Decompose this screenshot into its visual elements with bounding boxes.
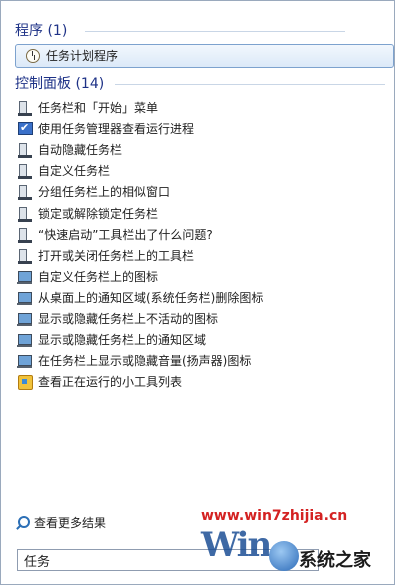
result-label: 自定义任务栏上的图标: [38, 270, 159, 284]
see-more-results-link[interactable]: 查看更多结果: [15, 514, 106, 532]
watermark-badge-icon: [269, 541, 299, 571]
result-customize-icons[interactable]: 自定义任务栏上的图标: [17, 267, 385, 287]
monitor-icon: [17, 290, 33, 306]
taskbar-icon: [17, 206, 33, 222]
result-customize-taskbar[interactable]: 自定义任务栏: [17, 161, 385, 181]
monitor-icon: [17, 311, 33, 327]
gadget-icon: [17, 374, 33, 390]
programs-group-header: 程序 (1): [15, 22, 345, 40]
start-menu-search-results: 程序 (1) 任务计划程序 控制面板 (14) 任务栏和「开始」菜单 使用任务管…: [0, 0, 395, 585]
result-label: “快速启动”工具栏出了什么问题?: [38, 228, 213, 242]
taskbar-icon: [17, 248, 33, 264]
task-manager-icon: [17, 118, 33, 138]
result-group-similar-windows[interactable]: 分组任务栏上的相似窗口: [17, 182, 385, 202]
taskbar-icon: [17, 227, 33, 243]
result-lock-taskbar[interactable]: 锁定或解除锁定任务栏: [17, 204, 385, 224]
result-label: 查看正在运行的小工具列表: [38, 375, 183, 389]
monitor-icon: [17, 269, 33, 285]
result-inactive-icons[interactable]: 显示或隐藏任务栏上不活动的图标: [17, 309, 385, 329]
result-label: 分组任务栏上的相似窗口: [38, 185, 171, 199]
programs-header-label: 程序 (1): [15, 23, 68, 39]
control-panel-group-header: 控制面板 (14): [15, 75, 385, 93]
result-auto-hide-taskbar[interactable]: 自动隐藏任务栏: [17, 140, 385, 160]
result-volume-icon[interactable]: 在任务栏上显示或隐藏音量(扬声器)图标: [17, 351, 385, 371]
result-remove-tray-icons[interactable]: 从桌面上的通知区域(系统任务栏)删除图标: [17, 288, 385, 308]
result-running-gadgets[interactable]: 查看正在运行的小工具列表: [17, 372, 385, 392]
control-panel-header-label: 控制面板 (14): [15, 76, 105, 92]
monitor-icon: [17, 353, 33, 369]
watermark-brand: 系统之家: [299, 550, 371, 571]
result-label: 任务计划程序: [46, 49, 119, 63]
divider: [115, 84, 385, 85]
result-task-manager[interactable]: 使用任务管理器查看运行进程: [17, 118, 385, 139]
result-label: 显示或隐藏任务栏上不活动的图标: [38, 312, 219, 326]
result-toggle-toolbars[interactable]: 打开或关闭任务栏上的工具栏: [17, 246, 385, 266]
result-label: 打开或关闭任务栏上的工具栏: [38, 249, 195, 263]
divider: [85, 31, 345, 32]
result-quick-launch[interactable]: “快速启动”工具栏出了什么问题?: [17, 225, 385, 245]
result-notification-area[interactable]: 显示或隐藏任务栏上的通知区域: [17, 330, 385, 350]
taskbar-icon: [17, 184, 33, 200]
result-label: 锁定或解除锁定任务栏: [38, 207, 159, 221]
watermark-logo: Win: [201, 525, 272, 565]
result-label: 自动隐藏任务栏: [38, 143, 123, 157]
clock-icon: [25, 48, 41, 64]
result-task-scheduler[interactable]: 任务计划程序: [15, 44, 394, 68]
result-taskbar-start-menu[interactable]: 任务栏和「开始」菜单: [17, 98, 385, 118]
monitor-icon: [17, 332, 33, 348]
taskbar-icon: [17, 100, 33, 116]
result-label: 从桌面上的通知区域(系统任务栏)删除图标: [38, 291, 264, 305]
see-more-label: 查看更多结果: [34, 516, 107, 530]
taskbar-icon: [17, 142, 33, 158]
taskbar-icon: [17, 163, 33, 179]
result-label: 使用任务管理器查看运行进程: [38, 122, 195, 136]
result-label: 在任务栏上显示或隐藏音量(扬声器)图标: [38, 354, 252, 368]
search-icon: [15, 516, 30, 530]
watermark-url: www.win7zhijia.cn: [201, 508, 348, 524]
result-label: 任务栏和「开始」菜单: [38, 101, 159, 115]
result-label: 自定义任务栏: [38, 164, 111, 178]
result-label: 显示或隐藏任务栏上的通知区域: [38, 333, 207, 347]
